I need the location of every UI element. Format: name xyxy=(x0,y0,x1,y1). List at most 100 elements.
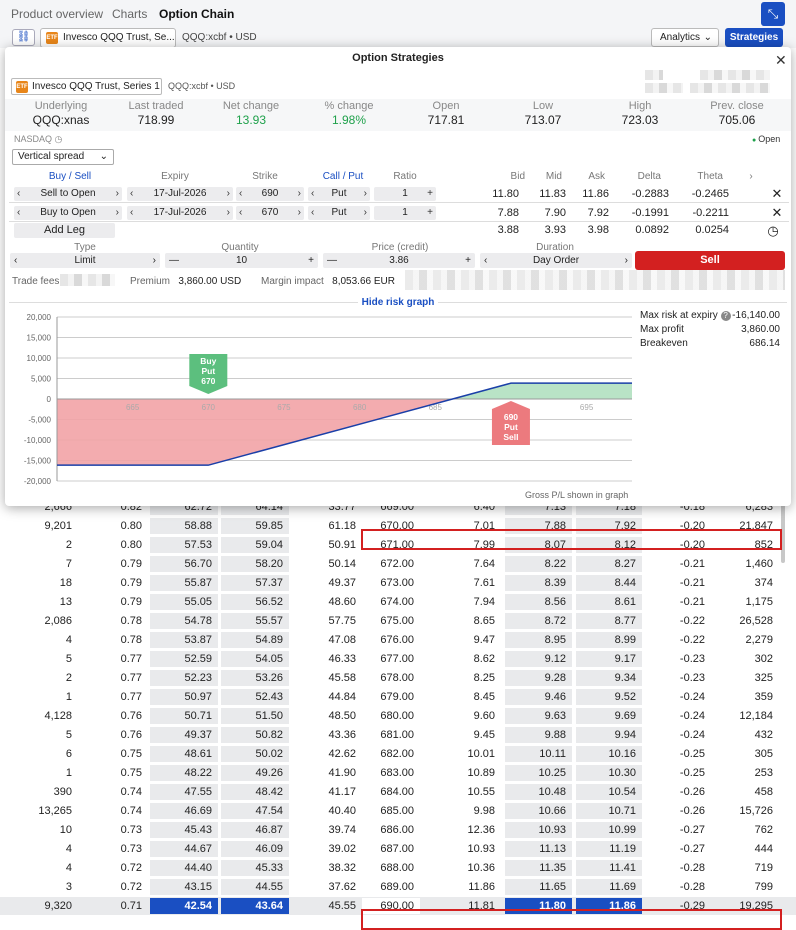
cell-bid-call[interactable]: 44.40 xyxy=(150,860,218,876)
chevron-right-icon[interactable]: › xyxy=(745,171,757,182)
cell-ask-put[interactable]: 11.19 xyxy=(576,841,642,857)
cell-bid-put[interactable]: 11.65 xyxy=(505,879,572,895)
table-row[interactable]: 5 0.76 49.37 50.82 43.36 681.00 9.45 9.88 9.94 -0… xyxy=(0,726,796,744)
cell-bid-put[interactable]: 9.28 xyxy=(505,670,572,686)
cell-ask-put[interactable]: 11.86 xyxy=(576,898,642,914)
cell-ask-put[interactable]: 9.34 xyxy=(576,670,642,686)
cell-ask-put[interactable]: 11.69 xyxy=(576,879,642,895)
table-row[interactable]: 18 0.79 55.87 57.37 49.37 673.00 7.61 8.39 8.44 -… xyxy=(0,574,796,592)
cell-ask-put[interactable]: 7.92 xyxy=(576,518,642,534)
cell-ask-put[interactable]: 9.69 xyxy=(576,708,642,724)
tab-charts[interactable]: Charts xyxy=(112,7,147,21)
leg1-expiry-selector[interactable]: ‹ 17-Jul-2026 › xyxy=(127,187,233,201)
header-buy-sell[interactable]: Buy / Sell xyxy=(45,171,95,182)
cell-bid-put[interactable]: 11.13 xyxy=(505,841,572,857)
cell-bid-put[interactable]: 10.48 xyxy=(505,784,572,800)
cell-ask-call[interactable]: 52.43 xyxy=(221,689,289,705)
cell-bid-call[interactable]: 48.61 xyxy=(150,746,218,762)
add-leg-button[interactable]: Add Leg xyxy=(14,223,115,238)
cell-ask-call[interactable]: 46.87 xyxy=(221,822,289,838)
table-row[interactable]: 6 0.75 48.61 50.02 42.62 682.00 10.01 10.11 10.1… xyxy=(0,745,796,763)
cell-bid-call[interactable]: 45.43 xyxy=(150,822,218,838)
sell-button[interactable]: Sell xyxy=(635,251,785,270)
cell-ask-call[interactable]: 50.82 xyxy=(221,727,289,743)
cell-bid-put[interactable]: 8.95 xyxy=(505,632,572,648)
cell-ask-call[interactable]: 56.52 xyxy=(221,594,289,610)
cell-bid-call[interactable]: 46.69 xyxy=(150,803,218,819)
cell-bid-call[interactable]: 49.37 xyxy=(150,727,218,743)
cell-bid-call[interactable]: 52.59 xyxy=(150,651,218,667)
cell-bid-call[interactable]: 53.87 xyxy=(150,632,218,648)
cell-bid-put[interactable]: 10.25 xyxy=(505,765,572,781)
plus-icon[interactable]: + xyxy=(427,187,433,201)
chain-scrollbar[interactable] xyxy=(781,503,785,563)
cell-ask-put[interactable]: 8.77 xyxy=(576,613,642,629)
cell-ask-put[interactable]: 8.44 xyxy=(576,575,642,591)
cell-bid-put[interactable]: 8.22 xyxy=(505,556,572,572)
cell-ask-put[interactable]: 9.52 xyxy=(576,689,642,705)
cell-bid-put[interactable]: 8.56 xyxy=(505,594,572,610)
table-row[interactable]: 7 0.79 56.70 58.20 50.14 672.00 7.64 8.22 8.27 -0… xyxy=(0,555,796,573)
remove-leg2-icon[interactable]: ✕ xyxy=(769,205,785,221)
cell-bid-put[interactable]: 10.93 xyxy=(505,822,572,838)
cell-bid-call[interactable]: 56.70 xyxy=(150,556,218,572)
cell-ask-put[interactable]: 9.94 xyxy=(576,727,642,743)
cell-bid-put[interactable]: 7.88 xyxy=(505,518,572,534)
cell-bid-put[interactable]: 8.07 xyxy=(505,537,572,553)
cell-bid-call[interactable]: 55.05 xyxy=(150,594,218,610)
cell-bid-put[interactable]: 9.88 xyxy=(505,727,572,743)
table-row[interactable]: 4 0.78 53.87 54.89 47.08 676.00 9.47 8.95 8.99 -0… xyxy=(0,631,796,649)
cell-bid-call[interactable]: 52.23 xyxy=(150,670,218,686)
strategy-type-dropdown[interactable]: Vertical spread ⌄ xyxy=(12,149,114,165)
leg1-type-selector[interactable]: ‹ Put › xyxy=(308,187,370,201)
cell-ask-call[interactable]: 53.26 xyxy=(221,670,289,686)
cell-bid-put[interactable]: 9.12 xyxy=(505,651,572,667)
table-row[interactable]: 10 0.73 45.43 46.87 39.74 686.00 12.36 10.93 10.… xyxy=(0,821,796,839)
cell-ask-call[interactable]: 50.02 xyxy=(221,746,289,762)
link-button[interactable]: ⛓ xyxy=(12,29,35,46)
cell-ask-put[interactable]: 10.16 xyxy=(576,746,642,762)
instrument-selector[interactable]: ETF Invesco QQQ Trust, Se... xyxy=(40,28,176,48)
cell-ask-call[interactable]: 51.50 xyxy=(221,708,289,724)
cell-ask-put[interactable]: 8.12 xyxy=(576,537,642,553)
cell-ask-put[interactable]: 8.27 xyxy=(576,556,642,572)
cell-ask-call[interactable]: 54.05 xyxy=(221,651,289,667)
tab-option-chain[interactable]: Option Chain xyxy=(159,7,234,21)
cell-bid-put[interactable]: 9.46 xyxy=(505,689,572,705)
cell-ask-call[interactable]: 58.20 xyxy=(221,556,289,572)
table-row[interactable]: 13 0.79 55.05 56.52 48.60 674.00 7.94 8.56 8.61 -… xyxy=(0,593,796,611)
table-row[interactable]: 1 0.75 48.22 49.26 41.90 683.00 10.89 10.25 10.3… xyxy=(0,764,796,782)
plus-icon[interactable]: + xyxy=(427,206,433,220)
cell-bid-call[interactable]: 57.53 xyxy=(150,537,218,553)
cell-bid-call[interactable]: 48.22 xyxy=(150,765,218,781)
cell-bid-put[interactable]: 10.66 xyxy=(505,803,572,819)
table-row[interactable]: 2 0.77 52.23 53.26 45.58 678.00 8.25 9.28 9.34 -0… xyxy=(0,669,796,687)
cell-ask-call[interactable]: 47.54 xyxy=(221,803,289,819)
table-row[interactable]: 3 0.72 43.15 44.55 37.62 689.00 11.86 11.65 11.6… xyxy=(0,878,796,896)
cell-ask-put[interactable]: 10.30 xyxy=(576,765,642,781)
leg1-strike-selector[interactable]: ‹ 690 › xyxy=(236,187,304,201)
leg1-ratio-stepper[interactable]: 1 + xyxy=(374,187,436,201)
collapse-button[interactable]: ⤡ xyxy=(761,2,785,26)
leg2-type-selector[interactable]: ‹ Put › xyxy=(308,206,370,220)
cell-bid-call[interactable]: 44.67 xyxy=(150,841,218,857)
cell-ask-call[interactable]: 59.04 xyxy=(221,537,289,553)
cell-bid-call[interactable]: 43.15 xyxy=(150,879,218,895)
price-stepper[interactable]: —3.86 + xyxy=(323,253,475,268)
cell-ask-call[interactable]: 59.85 xyxy=(221,518,289,534)
cell-ask-call[interactable]: 55.57 xyxy=(221,613,289,629)
cell-ask-put[interactable]: 11.41 xyxy=(576,860,642,876)
cell-bid-put[interactable]: 9.63 xyxy=(505,708,572,724)
clock-icon[interactable]: ◷ xyxy=(765,223,781,239)
table-row[interactable]: 4 0.72 44.40 45.33 38.32 688.00 10.36 11.35 11.4… xyxy=(0,859,796,877)
cell-ask-call[interactable]: 54.89 xyxy=(221,632,289,648)
cell-ask-put[interactable]: 9.17 xyxy=(576,651,642,667)
table-row[interactable]: 1 0.77 50.97 52.43 44.84 679.00 8.45 9.46 9.52 -0… xyxy=(0,688,796,706)
cell-ask-call[interactable]: 48.42 xyxy=(221,784,289,800)
cell-bid-call[interactable]: 47.55 xyxy=(150,784,218,800)
leg2-expiry-selector[interactable]: ‹ 17-Jul-2026 › xyxy=(127,206,233,220)
tab-product-overview[interactable]: Product overview xyxy=(11,7,103,21)
cell-ask-call[interactable]: 57.37 xyxy=(221,575,289,591)
cell-ask-call[interactable]: 43.64 xyxy=(221,898,289,914)
remove-leg1-icon[interactable]: ✕ xyxy=(769,186,785,202)
